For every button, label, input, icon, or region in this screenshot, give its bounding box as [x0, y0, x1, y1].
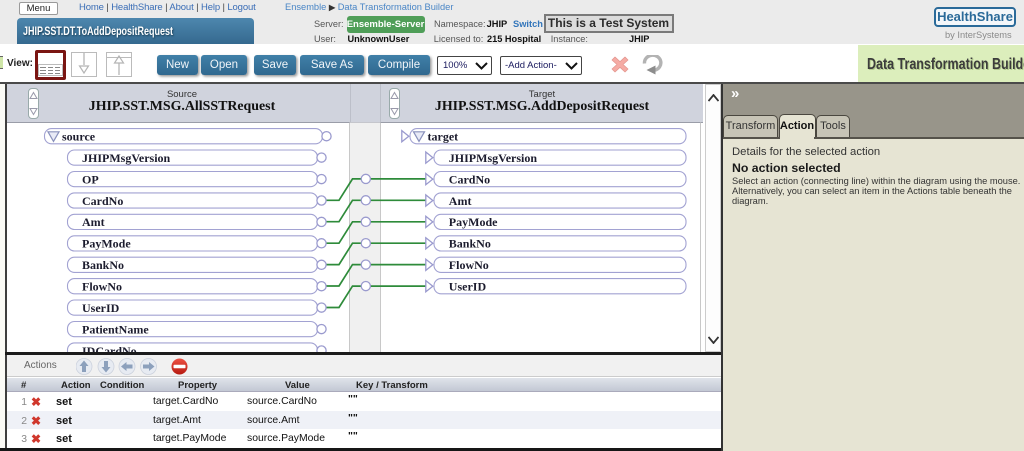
svg-text:PatientName: PatientName	[82, 322, 149, 336]
svg-text:FlowNo: FlowNo	[449, 258, 489, 272]
svg-text:source: source	[62, 130, 96, 144]
svg-text:BankNo: BankNo	[449, 237, 491, 251]
svg-text:FlowNo: FlowNo	[82, 280, 122, 294]
svg-text:CardNo: CardNo	[82, 194, 123, 208]
svg-text:target: target	[428, 130, 459, 144]
svg-text:Data Transformation Builder: Data Transformation Builder	[867, 56, 1024, 73]
svg-text:BankNo: BankNo	[82, 258, 124, 272]
svg-text:Amt: Amt	[82, 215, 105, 229]
svg-text:JHIP.SST.DT.ToAddDepositReques: JHIP.SST.DT.ToAddDepositRequest	[23, 24, 173, 38]
svg-text:JHIPMsgVersion: JHIPMsgVersion	[82, 151, 171, 165]
svg-text:PayMode: PayMode	[82, 237, 131, 251]
svg-text:JHIPMsgVersion: JHIPMsgVersion	[449, 151, 538, 165]
svg-text:UserID: UserID	[449, 280, 487, 294]
svg-text:Amt: Amt	[449, 194, 472, 208]
svg-text:UserID: UserID	[82, 301, 120, 315]
svg-text:OP: OP	[82, 172, 99, 186]
svg-text:CardNo: CardNo	[449, 172, 490, 186]
svg-text:PayMode: PayMode	[449, 215, 498, 229]
